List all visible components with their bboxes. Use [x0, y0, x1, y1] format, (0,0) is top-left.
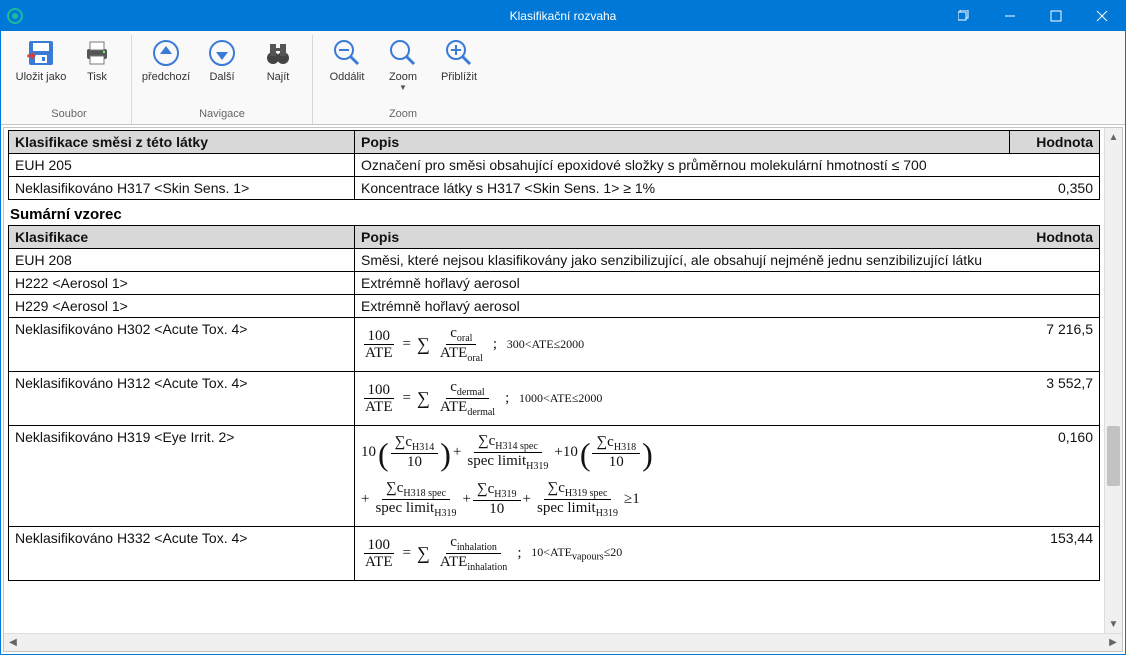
table-row: Neklasifikováno H317 <Skin Sens. 1> Konc… — [9, 177, 1100, 200]
ribbon: Uložit jako Tisk Soubor předchozí — [1, 31, 1125, 125]
formula: 100ATE =∑ cdermalATEdermal ; 1000<ATE≤20… — [361, 375, 602, 422]
ribbon-group-label: Soubor — [13, 106, 125, 124]
app-icon — [7, 8, 23, 24]
ribbon-group-label: Zoom — [319, 106, 487, 124]
table-header: Klasifikace směsi z této látky — [9, 131, 355, 154]
table-header: Hodnota — [1010, 131, 1100, 154]
save-icon — [25, 37, 57, 69]
table-row: Neklasifikováno H302 <Acute Tox. 4> 100A… — [9, 318, 1100, 372]
document-viewport: Klasifikace směsi z této látky Popis Hod… — [3, 127, 1123, 652]
scroll-down-icon[interactable]: ▼ — [1105, 615, 1122, 633]
titlebar: Klasifikační rozvaha — [1, 1, 1125, 31]
formula: 100ATE =∑ coralATEoral ; 300<ATE≤2000 — [361, 321, 584, 368]
formula: 100ATE =∑ cinhalationATEinhalation ; 10<… — [361, 530, 622, 577]
zoom-icon — [387, 37, 419, 69]
next-button[interactable]: Další — [194, 35, 250, 85]
print-icon — [81, 37, 113, 69]
table-row: Neklasifikováno H312 <Acute Tox. 4> 100A… — [9, 372, 1100, 426]
maximize-button[interactable] — [1033, 1, 1079, 31]
formula: 10( ∑cH31410 )+ ∑cH314 specspec limitH31… — [361, 429, 653, 523]
save-as-button[interactable]: Uložit jako — [13, 35, 69, 85]
ribbon-group-label: Navigace — [138, 106, 306, 124]
zoom-in-icon — [443, 37, 475, 69]
document-content[interactable]: Klasifikace směsi z této látky Popis Hod… — [4, 128, 1104, 633]
horizontal-scrollbar[interactable]: ◀ ▶ — [4, 633, 1122, 651]
ribbon-group-zoom: Oddálit Zoom ▼ Přiblížit Zoom — [313, 35, 493, 124]
table-header: PopisHodnota — [355, 226, 1100, 249]
ribbon-group-navigace: předchozí Další Najít Navigace — [132, 35, 313, 124]
ribbon-group-soubor: Uložit jako Tisk Soubor — [7, 35, 132, 124]
section-title: Sumární vzorec — [8, 200, 1100, 225]
zoom-button[interactable]: Zoom ▼ — [375, 35, 431, 94]
print-button[interactable]: Tisk — [69, 35, 125, 85]
scroll-up-icon[interactable]: ▲ — [1105, 128, 1122, 146]
table-row: Neklasifikováno H319 <Eye Irrit. 2> 10( … — [9, 426, 1100, 527]
arrow-up-icon — [150, 37, 182, 69]
scroll-thumb[interactable] — [1107, 426, 1120, 486]
app-window: Klasifikační rozvaha — [0, 0, 1126, 655]
classification-table-1: Klasifikace směsi z této látky Popis Hod… — [8, 130, 1100, 200]
zoom-out-button[interactable]: Oddálit — [319, 35, 375, 85]
table-row: H222 <Aerosol 1> Extrémně hořlavý aeroso… — [9, 272, 1100, 295]
table-row: EUH 205 Označení pro směsi obsahující ep… — [9, 154, 1100, 177]
scroll-left-icon[interactable]: ◀ — [4, 634, 22, 651]
vertical-scrollbar[interactable]: ▲ ▼ — [1104, 128, 1122, 633]
chevron-down-icon: ▼ — [399, 83, 407, 92]
table-header: Popis — [355, 131, 1010, 154]
table-row: EUH 208 Směsi, které nejsou klasifikován… — [9, 249, 1100, 272]
restore-down-button[interactable] — [941, 1, 987, 31]
minimize-button[interactable] — [987, 1, 1033, 31]
classification-table-2: Klasifikace PopisHodnota EUH 208 Směsi, … — [8, 225, 1100, 581]
zoom-in-button[interactable]: Přiblížit — [431, 35, 487, 85]
prev-button[interactable]: předchozí — [138, 35, 194, 85]
zoom-out-icon — [331, 37, 363, 69]
binoculars-icon — [262, 37, 294, 69]
find-button[interactable]: Najít — [250, 35, 306, 85]
table-row: H229 <Aerosol 1> Extrémně hořlavý aeroso… — [9, 295, 1100, 318]
table-row: Neklasifikováno H332 <Acute Tox. 4> 100A… — [9, 527, 1100, 581]
close-button[interactable] — [1079, 1, 1125, 31]
scroll-right-icon[interactable]: ▶ — [1104, 634, 1122, 651]
arrow-down-icon — [206, 37, 238, 69]
table-header: Klasifikace — [9, 226, 355, 249]
